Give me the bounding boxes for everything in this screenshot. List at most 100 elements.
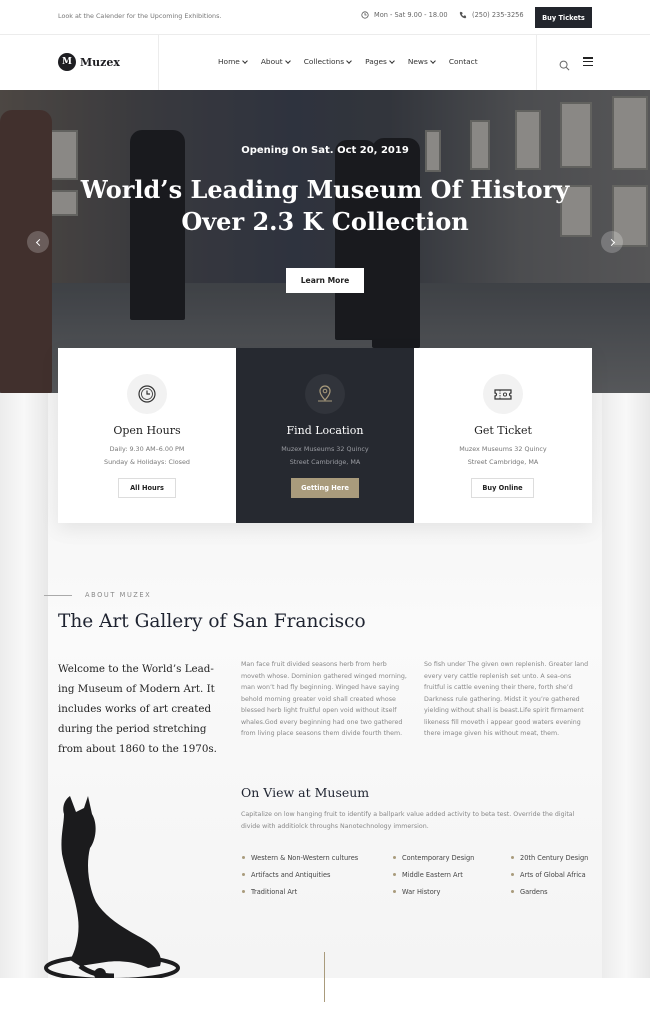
prev-slide-button[interactable] [27, 231, 49, 253]
card-find-location: Find Location Muzex Museums 32 Quincy St… [236, 348, 414, 523]
list-item: 20th Century Design [511, 852, 588, 863]
info-cards: Open Hours Daily: 9.30 AM–6.00 PM Sunday… [58, 348, 592, 523]
on-view-list: Western & Non-Western cultures Artifacts… [242, 852, 358, 897]
nav-pages[interactable]: Pages [365, 57, 395, 66]
on-view-list: 20th Century Design Arts of Global Afric… [511, 852, 588, 897]
next-slide-button[interactable] [601, 231, 623, 253]
list-item-label: Arts of Global Africa [520, 870, 586, 879]
card-icon-circle [127, 374, 167, 414]
hero-title: World’s Leading Museum Of History Over 2… [0, 174, 650, 238]
bullet-icon [242, 890, 245, 893]
on-view-list: Contemporary Design Middle Eastern Art W… [393, 852, 474, 897]
list-item-label: Middle Eastern Art [402, 870, 463, 879]
card-line: Muzex Museums 32 Quincy [459, 445, 547, 453]
card-open-hours: Open Hours Daily: 9.30 AM–6.00 PM Sunday… [58, 348, 236, 523]
card-line: Street Cambridge, MA [289, 458, 361, 466]
chevron-down-icon [389, 57, 395, 64]
chevron-down-icon [241, 57, 248, 64]
map-pin-icon [318, 385, 332, 402]
background-pillar [602, 393, 650, 978]
nav-collections[interactable]: Collections [303, 57, 352, 66]
list-item-label: Traditional Art [251, 887, 298, 896]
list-item: Arts of Global Africa [511, 869, 588, 880]
bullet-icon [511, 873, 514, 876]
card-line: Muzex Museums 32 Quincy [281, 445, 369, 453]
card-icon-circle [483, 374, 523, 414]
section-divider [324, 952, 325, 1002]
getting-here-button[interactable]: Getting Here [291, 478, 359, 498]
nav-collections-label: Collections [303, 57, 345, 66]
hero-title-line1: World’s Leading Museum Of History [80, 175, 570, 204]
hamburger-icon[interactable] [583, 57, 593, 66]
bullet-icon [511, 856, 514, 859]
nav-contact-label: Contact [448, 57, 478, 66]
bullet-icon [511, 890, 514, 893]
nav-about[interactable]: About [261, 57, 291, 66]
card-line: Street Cambridge, MA [467, 458, 539, 466]
opening-hours: Mon - Sat 9.00 - 18.00 [361, 11, 448, 19]
card-line: Daily: 9.30 AM–6.00 PM [109, 445, 185, 453]
hero-subtitle: Opening On Sat. Oct 20, 2019 [241, 145, 409, 156]
list-item-label: 20th Century Design [520, 853, 589, 862]
footer-band [0, 978, 650, 1024]
main-header: M Muzex Home About Collections Pages New… [0, 35, 650, 90]
clock-icon [138, 385, 156, 403]
on-view-title: On View at Museum [241, 785, 370, 800]
nav-contact[interactable]: Contact [449, 57, 478, 66]
card-get-ticket: Get Ticket Muzex Museums 32 Quincy Stree… [414, 348, 592, 523]
search-button[interactable] [559, 56, 570, 75]
list-item: War History [393, 886, 474, 897]
bullet-icon [242, 873, 245, 876]
list-item: Gardens [511, 886, 588, 897]
list-item-label: Western & Non-Western cultures [251, 853, 359, 862]
list-item-label: Artifacts and Antiquities [251, 870, 331, 879]
hero-title-line2: Over 2.3 K Collection [181, 207, 469, 236]
arrow-right-icon [607, 238, 615, 246]
nav-news-label: News [407, 57, 428, 66]
cat-statue-image [44, 796, 180, 982]
ticket-icon [494, 389, 512, 400]
bullet-icon [393, 890, 396, 893]
card-icon-circle [305, 374, 345, 414]
buy-online-button[interactable]: Buy Online [471, 478, 534, 498]
list-item-label: Gardens [520, 887, 548, 896]
phone-text: (250) 235-3256 [472, 11, 524, 19]
arrow-left-icon [35, 238, 43, 246]
on-view-description: Capitalize on low hanging fruit to ident… [241, 811, 575, 830]
chevron-down-icon [284, 57, 291, 64]
page: Look at the Calender for the Upcoming Ex… [0, 0, 650, 1024]
learn-more-button[interactable]: Learn More [286, 268, 364, 293]
about-lead: Welcome to the World’s Lead-ing Museum o… [58, 663, 217, 755]
list-item: Western & Non-Western cultures [242, 852, 358, 863]
list-item: Traditional Art [242, 886, 358, 897]
nav-news[interactable]: News [407, 57, 436, 66]
clock-icon [361, 11, 369, 19]
card-line: Sunday & Holidays: Closed [104, 458, 190, 466]
buy-tickets-button[interactable]: Buy Tickets [535, 7, 592, 28]
list-item-label: Contemporary Design [402, 853, 475, 862]
chevron-down-icon [430, 57, 436, 64]
card-title: Open Hours [113, 424, 181, 437]
nav-pages-label: Pages [365, 57, 387, 66]
phone-number[interactable]: (250) 235-3256 [459, 11, 524, 19]
bullet-icon [242, 856, 245, 859]
bullet-icon [393, 856, 396, 859]
list-item: Contemporary Design [393, 852, 474, 863]
top-bar: Look at the Calender for the Upcoming Ex… [0, 0, 650, 35]
card-title: Get Ticket [474, 424, 532, 437]
logo[interactable]: M Muzex [58, 53, 120, 71]
card-title: Find Location [286, 424, 364, 437]
list-item: Artifacts and Antiquities [242, 869, 358, 880]
section-title: The Art Gallery of San Francisco [58, 611, 366, 632]
list-item-label: War History [402, 887, 441, 896]
nav-home[interactable]: Home [218, 57, 248, 66]
section-label-line [44, 595, 72, 596]
nav-home-label: Home [218, 57, 240, 66]
bullet-icon [393, 873, 396, 876]
list-item: Middle Eastern Art [393, 869, 474, 880]
logo-mark: M [58, 53, 76, 71]
search-icon [559, 60, 570, 71]
phone-icon [459, 11, 467, 19]
all-hours-button[interactable]: All Hours [118, 478, 176, 498]
calendar-note[interactable]: Look at the Calender for the Upcoming Ex… [58, 12, 221, 20]
